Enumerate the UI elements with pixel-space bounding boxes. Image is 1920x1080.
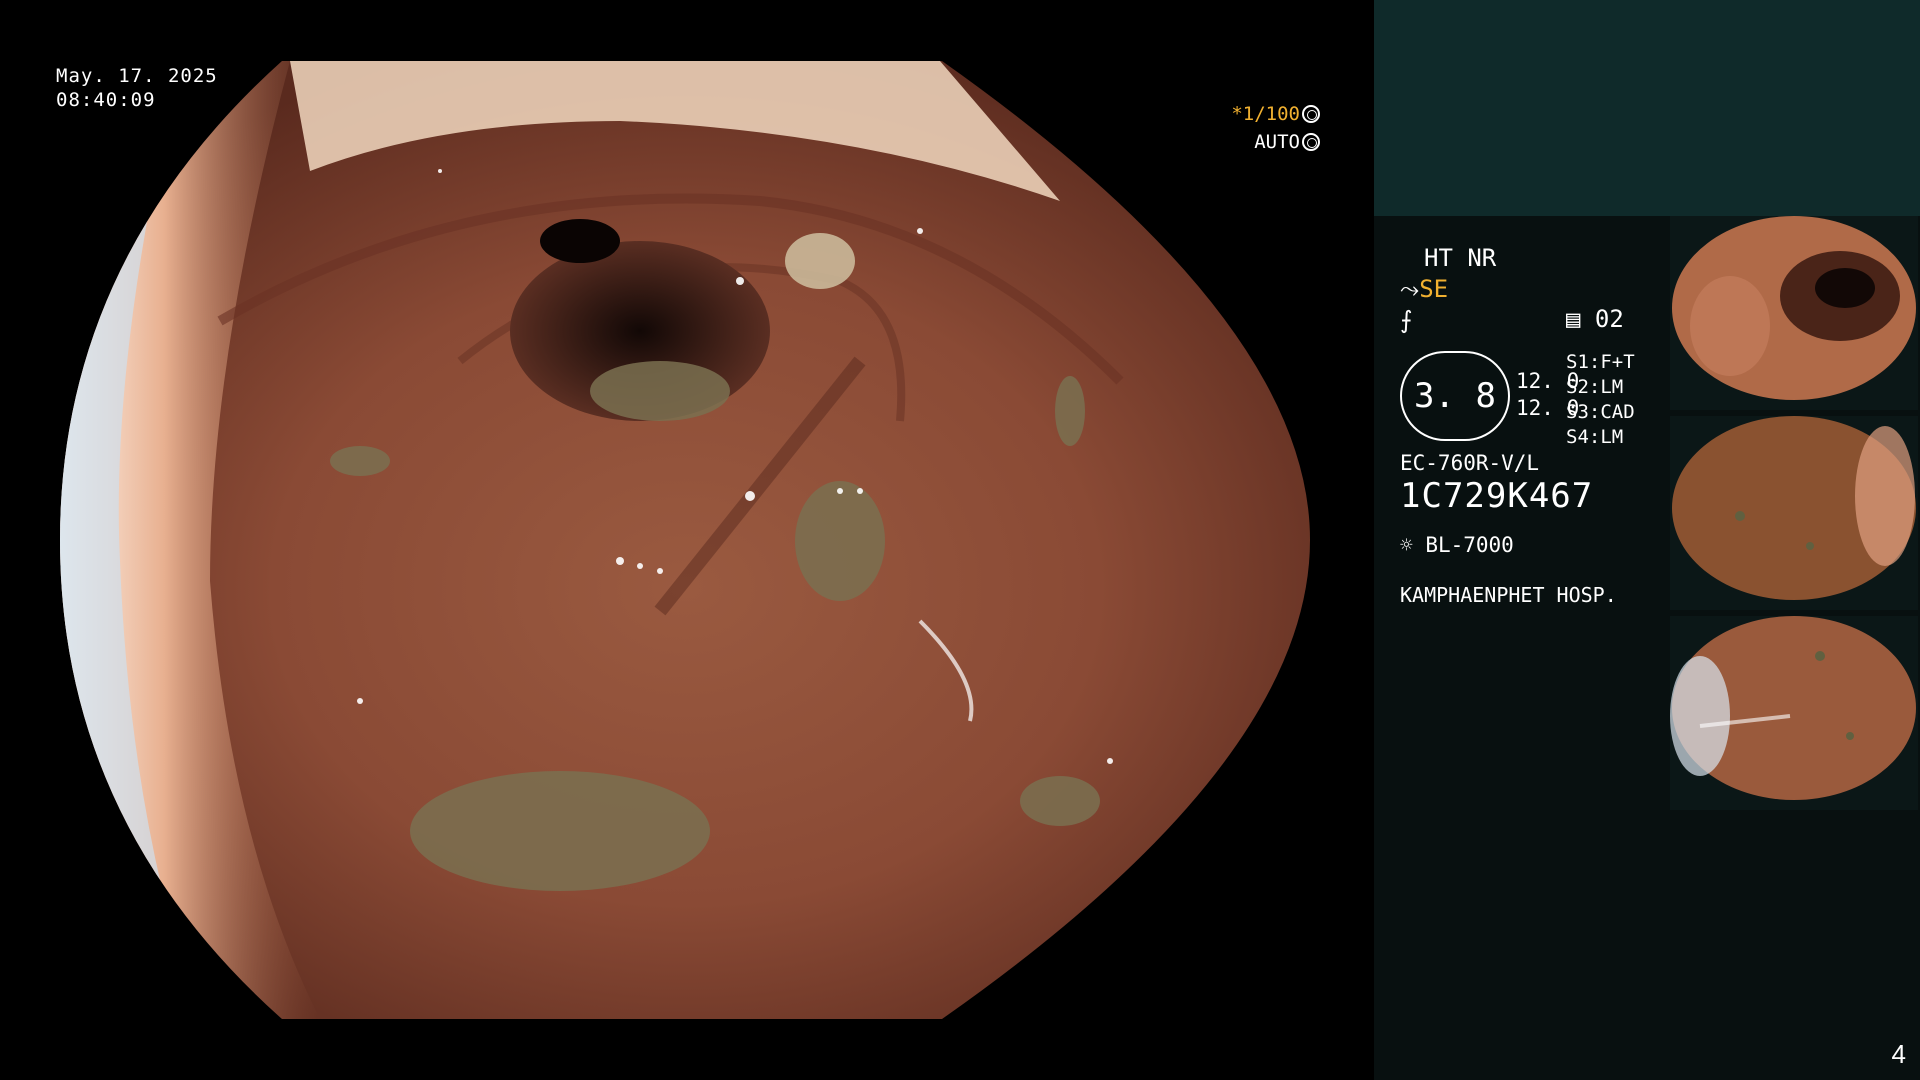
scope-serial: 1C729K467	[1400, 476, 1594, 516]
date-text: May. 17. 2025	[56, 65, 218, 87]
exposure-mode-text: AUTO	[1254, 131, 1300, 153]
time-text: 08:40:09	[56, 89, 156, 111]
shutter-text: *1/100	[1231, 103, 1300, 125]
endoscope-image	[60, 61, 1310, 1019]
channel-row: ▤ 02	[1566, 304, 1624, 334]
scope-diameter-badge: 3. 8	[1400, 351, 1510, 441]
shutter-icon	[1302, 105, 1320, 123]
se-label: SE	[1419, 275, 1449, 303]
datetime-overlay: May. 17. 2025 08:40:09	[56, 64, 218, 112]
switch-settings: S1:F+T S2:LM S3:CAD S4:LM	[1566, 350, 1635, 450]
switch-s4: S4:LM	[1566, 426, 1624, 448]
se-line: ⤳SE	[1400, 274, 1448, 304]
channel-value: 02	[1594, 305, 1624, 333]
page-number: 4	[1891, 1039, 1906, 1069]
filter-icon: ⨍	[1400, 306, 1413, 334]
diameter-value: 3. 8	[1414, 376, 1496, 416]
thumbnail-1[interactable]	[1670, 216, 1918, 410]
panel-header-area	[1374, 0, 1920, 216]
channel-icon: ▤	[1566, 305, 1581, 333]
switch-s2: S2:LM	[1566, 376, 1624, 398]
thumbnail-1-image	[1672, 216, 1916, 400]
switch-s3: S3:CAD	[1566, 401, 1635, 423]
light-source-row: ☼ BL-7000	[1400, 530, 1514, 560]
thumbnail-2[interactable]	[1670, 416, 1918, 610]
scope-model: EC-760R-V/L	[1400, 451, 1540, 475]
thumbnail-2-image	[1672, 416, 1916, 600]
light-source: BL-7000	[1425, 533, 1514, 557]
hospital-name: KAMPHAENPHET HOSP.	[1400, 583, 1617, 607]
thumbnail-3[interactable]	[1670, 616, 1918, 810]
exposure-overlay: *1/100 AUTO	[1231, 100, 1320, 156]
switch-s1: S1:F+T	[1566, 351, 1635, 373]
scope-icon: ⤳	[1400, 275, 1420, 303]
exposure-icon	[1302, 133, 1320, 151]
lamp-icon: ☼	[1400, 533, 1413, 557]
mode-line: HT NR	[1424, 244, 1497, 272]
thumbnail-3-image	[1670, 616, 1916, 800]
